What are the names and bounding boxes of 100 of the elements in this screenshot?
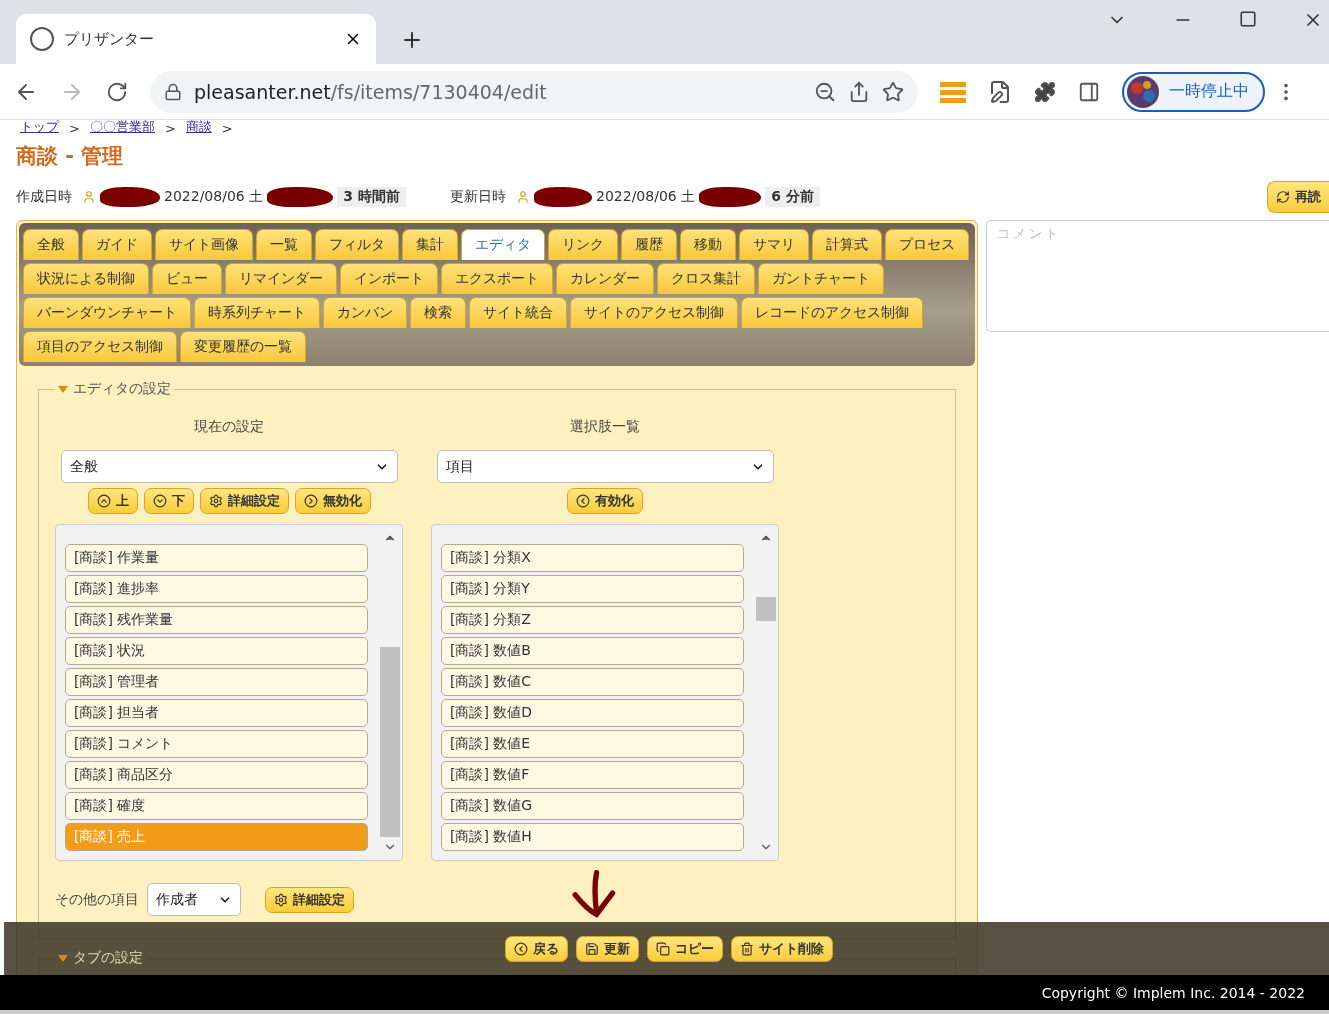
site-icon (30, 27, 54, 51)
list-item[interactable]: [商談] 数値E (441, 730, 744, 758)
column-select[interactable]: 全般 (60, 450, 398, 483)
redaction-mark (534, 187, 592, 207)
address-bar[interactable]: pleasanter.net/fs/items/7130404/edit (150, 70, 918, 113)
settings-tab[interactable]: エクスポート (441, 263, 553, 294)
chevron-left-icon (576, 494, 590, 508)
list-item[interactable]: [商談] 数値H (441, 823, 744, 851)
save-icon (584, 941, 599, 956)
note-icon[interactable] (988, 79, 1012, 104)
list-item[interactable]: [商談] コメント (65, 730, 368, 758)
scroll-thumb[interactable] (756, 597, 776, 621)
settings-tab[interactable]: 集計 (402, 229, 458, 260)
list-item[interactable]: [商談] 状況 (65, 637, 368, 665)
list-item[interactable]: [商談] 管理者 (65, 668, 368, 696)
list-item[interactable]: [商談] 残作業量 (65, 606, 368, 634)
settings-tab[interactable]: 一覧 (256, 229, 312, 260)
settings-tab[interactable]: インポート (340, 263, 438, 294)
list-item[interactable]: [商談] 数値C (441, 668, 744, 696)
settings-tab[interactable]: 項目のアクセス制御 (23, 331, 177, 362)
avatar-icon (1127, 75, 1159, 108)
settings-tab[interactable]: 変更履歴の一覧 (180, 331, 306, 362)
settings-tab[interactable]: ガイド (82, 229, 152, 260)
maximize-icon[interactable] (1239, 10, 1257, 28)
other-label: その他の項目 (55, 890, 139, 909)
profile-button[interactable]: 一時停止中 (1122, 71, 1265, 112)
settings-tab[interactable]: リマインダー (225, 263, 337, 294)
list-item[interactable]: [商談] 進捗率 (65, 575, 368, 603)
scroll-thumb[interactable] (380, 647, 400, 837)
reload-icon[interactable] (106, 80, 128, 103)
meta-date: 2022/08/06 土 (596, 188, 696, 206)
settings-tab[interactable]: サイトのアクセス制御 (570, 297, 738, 328)
settings-tab[interactable]: サイト統合 (469, 297, 567, 328)
settings-tab[interactable]: 全般 (23, 229, 79, 260)
reload-button[interactable]: 再読 (1267, 181, 1329, 213)
star-icon[interactable] (882, 80, 904, 103)
list-item[interactable]: [商談] 数値F (441, 761, 744, 789)
settings-tab[interactable]: カレンダー (556, 263, 654, 294)
update-button[interactable]: 更新 (575, 935, 639, 962)
list-item[interactable]: [商談] 分類Z (441, 606, 744, 634)
puzzle-icon[interactable] (1034, 80, 1056, 103)
trash-icon (739, 941, 754, 956)
settings-tab[interactable]: リンク (548, 229, 618, 260)
action-button[interactable]: 詳細設定 (199, 488, 289, 514)
settings-tab[interactable]: カンバン (323, 297, 407, 328)
list-item[interactable]: [商談] 数値B (441, 637, 744, 665)
settings-tab[interactable]: 状況による制御 (23, 263, 149, 294)
settings-tab[interactable]: 検索 (410, 297, 466, 328)
settings-tab[interactable]: 時系列チャート (194, 297, 320, 328)
settings-tab[interactable]: 移動 (680, 229, 736, 260)
meta-date: 2022/08/06 土 (164, 188, 264, 206)
settings-tab[interactable]: プロセス (885, 229, 969, 260)
breadcrumb-link[interactable]: 〇〇営業部 (89, 120, 155, 136)
section-legend: タブの設定 (73, 949, 143, 967)
meta-label: 更新日時 (450, 188, 506, 206)
side-panel-icon[interactable] (1078, 80, 1100, 103)
list-item[interactable]: [商談] 分類X (441, 544, 744, 572)
copy-button[interactable]: コピー (646, 935, 723, 962)
footer-copyright: Copyright © Implem Inc. 2014 - 2022 (0, 975, 1329, 1010)
settings-tab[interactable]: バーンダウンチャート (23, 297, 191, 328)
chevron-down-icon (152, 494, 167, 508)
settings-tab[interactable]: サイト画像 (155, 229, 253, 260)
refresh-icon (1276, 190, 1290, 204)
browser-tab[interactable]: プリザンター (16, 14, 376, 64)
list-item[interactable]: [商談] 作業量 (65, 544, 368, 572)
list-item[interactable]: [商談] 商品区分 (65, 761, 368, 789)
caret-down-icon[interactable] (58, 954, 68, 962)
share-icon[interactable] (848, 80, 870, 103)
back-button[interactable]: 戻る (504, 935, 568, 962)
settings-tab[interactable]: クロス集計 (657, 263, 755, 294)
breadcrumb-separator: > (164, 121, 176, 136)
breadcrumb-separator: > (69, 121, 80, 136)
settings-tab[interactable]: サマリ (739, 229, 809, 260)
list-item[interactable]: [商談] 数値G (441, 792, 744, 820)
other-select[interactable]: 作成者 (147, 883, 241, 916)
section-legend: エディタの設定 (73, 380, 171, 398)
settings-tab[interactable]: ビュー (152, 263, 222, 294)
breadcrumb-link[interactable]: 商談 (185, 120, 212, 136)
zoom-icon[interactable] (814, 80, 836, 103)
settings-tab[interactable]: 履歴 (621, 229, 677, 260)
list-item[interactable]: [商談] 分類Y (441, 575, 744, 603)
copy-icon (655, 941, 670, 956)
settings-tab[interactable]: フィルタ (315, 229, 399, 260)
list-item[interactable]: [商談] 数値D (441, 699, 744, 727)
list-item[interactable]: [商談] 担当者 (65, 699, 368, 727)
delete-button[interactable]: サイト削除 (730, 935, 833, 962)
settings-tab[interactable]: 計算式 (812, 229, 882, 260)
action-button[interactable]: 有効化 (567, 488, 643, 514)
action-button[interactable]: 詳細設定 (265, 886, 354, 913)
breadcrumb-link[interactable]: トップ (20, 120, 59, 136)
column-select[interactable]: 項目 (436, 450, 774, 483)
settings-tab[interactable]: レコードのアクセス制御 (741, 297, 923, 328)
settings-tab[interactable]: ガントチャート (758, 263, 884, 294)
action-button[interactable]: 無効化 (294, 488, 371, 514)
meta-label: 作成日時 (16, 188, 72, 206)
list-item[interactable]: [商談] 確度 (65, 792, 368, 820)
action-button[interactable]: 上 (87, 488, 138, 514)
settings-tab[interactable]: エディタ (461, 229, 545, 260)
action-button[interactable]: 下 (143, 488, 194, 514)
chevron-up-icon (96, 494, 111, 508)
